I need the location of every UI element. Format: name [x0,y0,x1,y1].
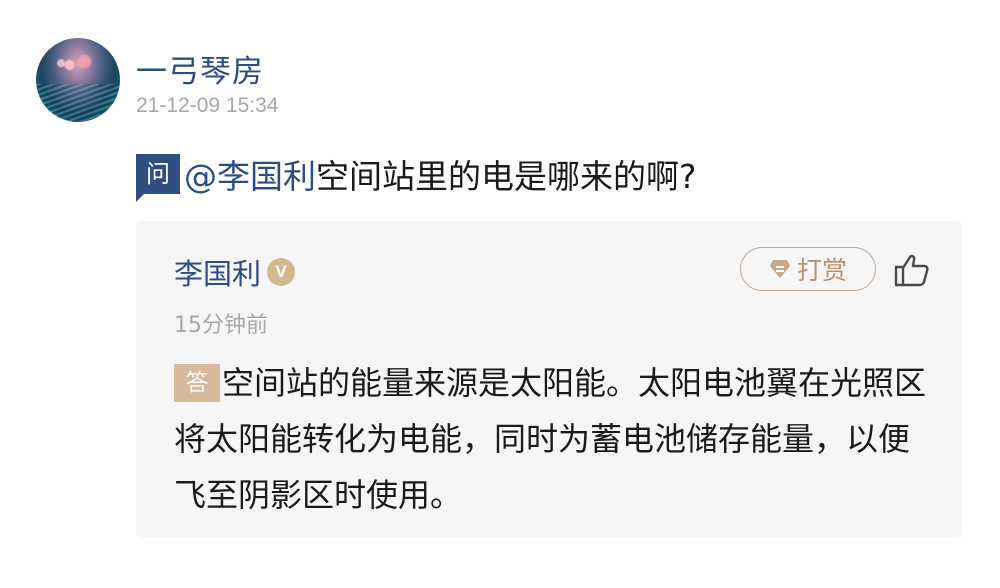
question-badge: 问 [136,154,180,202]
post-timestamp: 21-12-09 15:34 [136,94,279,117]
answer-body: 空间站的能量来源是太阳能。太阳电池翼在光照区将太阳能转化为电能，同时为蓄电池储存… [174,364,927,514]
answerer[interactable]: 李国利 V [174,251,296,293]
author-name[interactable]: 一弓琴房 [136,46,264,91]
question-text: 空间站里的电是哪来的啊? [316,157,697,196]
answer-badge: 答 [174,364,220,402]
gem-icon [769,259,791,279]
answer-card: 李国利 V 15分钟前 打赏 答空间站的能量来源是太阳能。太阳电池翼在光照区将太… [136,221,962,538]
tip-label: 打赏 [796,256,847,285]
answer-text: 答空间站的能量来源是太阳能。太阳电池翼在光照区将太阳能转化为电能，同时为蓄电池储… [174,355,934,523]
thumbs-up-icon[interactable] [892,251,932,291]
mention-link[interactable]: @李国利 [184,150,316,198]
tip-button[interactable]: 打赏 [740,247,876,291]
question: 问 @李国利 空间站里的电是哪来的啊? [136,150,697,202]
author-avatar[interactable] [36,38,120,122]
answerer-name[interactable]: 李国利 [174,251,261,293]
verified-icon: V [267,258,296,286]
answer-time: 15分钟前 [174,313,268,338]
